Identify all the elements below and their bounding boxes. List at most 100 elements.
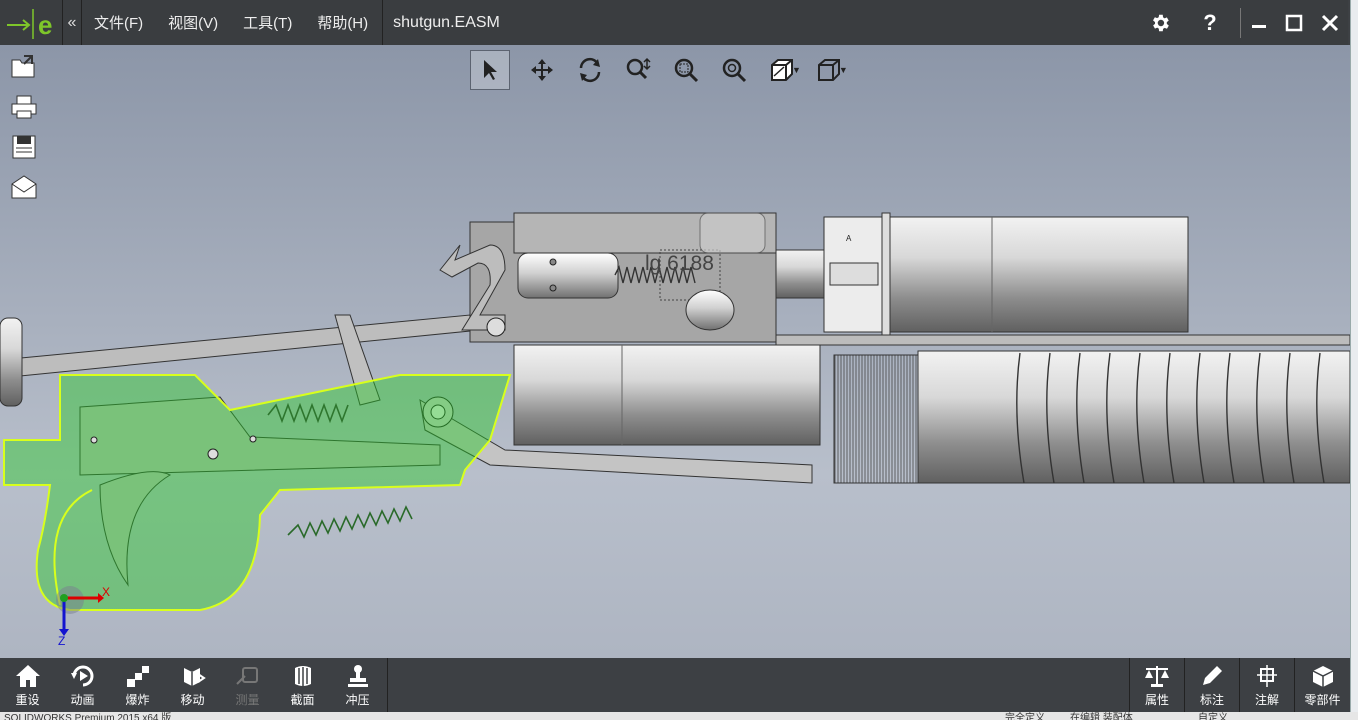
print-button[interactable] xyxy=(8,93,40,121)
select-tool[interactable] xyxy=(470,50,510,90)
save-button[interactable] xyxy=(8,133,40,161)
barrel-adapter xyxy=(775,249,827,299)
window-controls: ? xyxy=(1142,0,1348,45)
bolt-pin-2 xyxy=(549,284,557,292)
barrel-tube xyxy=(889,216,1189,333)
magazine-tube xyxy=(917,350,1350,484)
bottom-tools-right: 属性 标注 注解 零部件 xyxy=(1129,658,1350,712)
part-marker: A xyxy=(846,234,852,243)
reset-button[interactable]: 重设 xyxy=(0,658,55,712)
menu-tools[interactable]: 工具(T) xyxy=(243,12,292,33)
status-state-2: 在编辑 装配体 xyxy=(1070,713,1133,720)
barrel-ring xyxy=(881,212,891,336)
app-logo[interactable]: e xyxy=(0,0,62,45)
section-button[interactable]: 截面 xyxy=(275,658,330,712)
collar-latch xyxy=(829,262,879,286)
graphics-viewport[interactable]: lg 6188 A X Z ▼ ▼ xyxy=(0,45,1350,658)
bottom-tools-left: 重设 动画 爆炸 移动 测量 截面 冲压 xyxy=(0,658,388,712)
move-label: 移动 xyxy=(180,693,205,707)
help-icon: ? xyxy=(1203,9,1217,35)
maximize-icon xyxy=(1285,14,1303,31)
magazine-cap xyxy=(513,344,821,446)
move-button[interactable]: 移动 xyxy=(165,658,220,712)
select-icon xyxy=(484,60,497,80)
animate-label: 动画 xyxy=(70,693,95,707)
logo-letter: e xyxy=(38,10,52,40)
pan-tool[interactable] xyxy=(518,50,566,90)
annotation-label: 注解 xyxy=(1254,693,1279,707)
view-orientation-dropdown[interactable]: ▼ xyxy=(839,65,848,75)
annotation-button[interactable]: 注解 xyxy=(1240,658,1295,712)
status-product: SOLIDWORKS Premium 2015 x64 版 xyxy=(4,713,172,720)
section-label: 截面 xyxy=(290,693,315,707)
buttstock-cap xyxy=(0,317,23,407)
status-bar: SOLIDWORKS Premium 2015 x64 版 完全定义 在编辑 装… xyxy=(0,712,1358,720)
print-icon xyxy=(11,95,37,119)
open-button[interactable] xyxy=(8,53,40,81)
sear-pin xyxy=(249,435,257,443)
receiver-rail xyxy=(775,334,1350,346)
help-button[interactable]: ? xyxy=(1192,8,1228,38)
zoom-tool[interactable] xyxy=(614,50,662,90)
rotate-tool[interactable] xyxy=(566,50,614,90)
menu-help[interactable]: 帮助(H) xyxy=(317,12,368,33)
minimize-button[interactable] xyxy=(1240,7,1276,38)
markup-button[interactable]: 标注 xyxy=(1185,658,1240,712)
animate-button[interactable]: 动画 xyxy=(55,658,110,712)
components-label: 零部件 xyxy=(1304,693,1341,707)
minimize-icon xyxy=(1251,24,1266,28)
menu-bar: 文件(F) 视图(V) 工具(T) 帮助(H) xyxy=(82,0,384,45)
status-state-3: 自定义 xyxy=(1198,713,1228,720)
bolt-pin-1 xyxy=(549,258,557,266)
collapse-toggle[interactable]: « xyxy=(62,0,82,45)
measure-button[interactable]: 测量 xyxy=(220,658,275,712)
document-title: shutgun.EASM xyxy=(393,13,500,31)
stamp-button[interactable]: 冲压 xyxy=(330,658,385,712)
close-icon xyxy=(1321,14,1339,31)
settings-button[interactable] xyxy=(1142,8,1178,38)
zoom-icon xyxy=(626,57,651,80)
magazine-threads xyxy=(833,354,919,484)
app-window: e « 文件(F) 视图(V) 工具(T) 帮助(H) shutgun.EASM… xyxy=(0,0,1358,720)
pencil-icon xyxy=(1203,666,1222,685)
carrier-spring xyxy=(287,505,413,539)
move-icon xyxy=(183,668,206,686)
zoom-fit-tool[interactable] xyxy=(710,50,758,90)
close-button[interactable] xyxy=(1312,8,1348,38)
pan-icon xyxy=(531,59,553,81)
triad-z-label: Z xyxy=(58,634,65,648)
bolt-head xyxy=(685,289,735,331)
explode-icon xyxy=(126,666,149,687)
rotate-icon xyxy=(579,57,601,83)
stamp-icon xyxy=(347,665,368,687)
bolt-cap xyxy=(699,212,766,254)
measure-label: 测量 xyxy=(235,693,260,707)
maximize-button[interactable] xyxy=(1276,8,1312,38)
bottom-toolbar: 重设 动画 爆炸 移动 测量 截面 冲压 属性 标注 注解 零部件 xyxy=(0,658,1350,712)
view-toolbar: ▼ ▼ xyxy=(470,49,852,91)
title-bar: e « 文件(F) 视图(V) 工具(T) 帮助(H) shutgun.EASM… xyxy=(0,0,1348,45)
save-icon xyxy=(12,135,36,159)
properties-label: 属性 xyxy=(1144,693,1169,707)
zoom-to-fit-icon xyxy=(722,58,747,83)
model-view[interactable]: lg 6188 A X Z xyxy=(0,45,1350,658)
display-style-dropdown[interactable]: ▼ xyxy=(792,65,801,75)
explode-button[interactable]: 爆炸 xyxy=(110,658,165,712)
section-icon xyxy=(294,666,311,686)
properties-button[interactable]: 属性 xyxy=(1130,658,1185,712)
zoom-area-tool[interactable] xyxy=(662,50,710,90)
part-label: lg 6188 xyxy=(645,252,714,275)
triad-x-label: X xyxy=(102,585,110,599)
pivot-pin-top xyxy=(486,317,506,337)
zoom-to-area-icon xyxy=(674,58,699,83)
menu-view[interactable]: 视图(V) xyxy=(168,12,218,33)
animate-icon xyxy=(70,665,93,687)
trigger-pin xyxy=(207,448,219,460)
components-icon xyxy=(1312,666,1333,687)
explode-label: 爆炸 xyxy=(125,693,150,707)
components-button[interactable]: 零部件 xyxy=(1295,658,1350,712)
menu-file[interactable]: 文件(F) xyxy=(94,12,143,33)
email-button[interactable] xyxy=(8,173,40,201)
home-icon xyxy=(15,665,40,687)
annotation-icon xyxy=(1257,665,1277,687)
